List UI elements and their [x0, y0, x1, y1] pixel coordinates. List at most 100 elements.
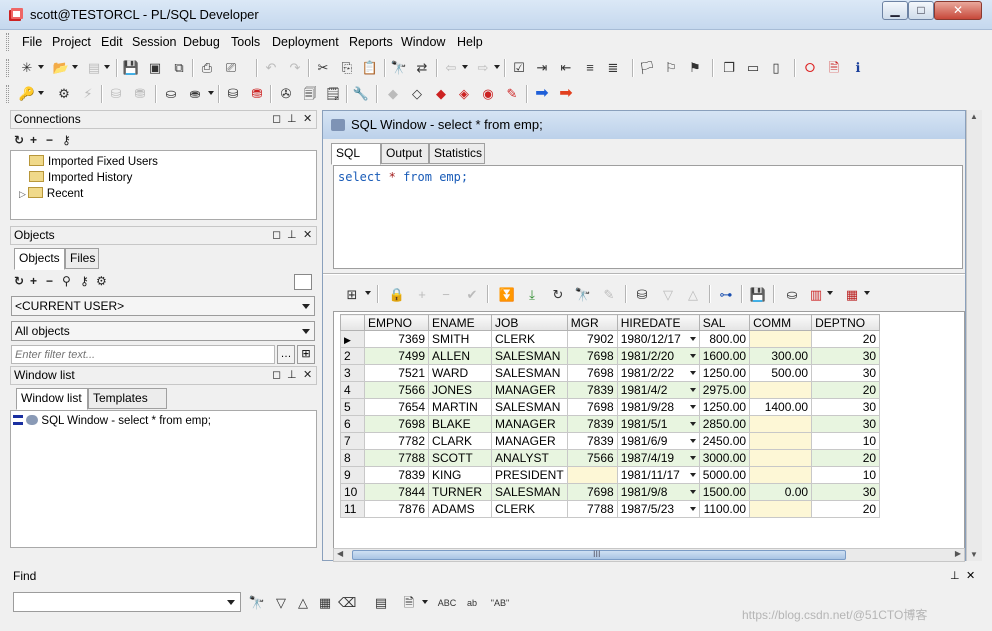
- find-next-icon[interactable]: ▽: [272, 594, 290, 612]
- tree-item-imported-history[interactable]: Imported History: [29, 171, 132, 184]
- unindent-icon[interactable]: ⇤: [557, 59, 575, 77]
- date-dropdown-icon[interactable]: [689, 490, 696, 494]
- cell-job[interactable]: CLERK: [491, 500, 568, 518]
- cell-hiredate[interactable]: 1981/2/22: [616, 364, 700, 382]
- forward-dropdown-icon[interactable]: [494, 65, 500, 69]
- cell-empno[interactable]: 7499: [364, 347, 429, 365]
- col-header-hiredate[interactable]: HIREDATE: [616, 314, 700, 331]
- table-row[interactable]: 9 7839 KING PRESIDENT 1981/11/17 5000.00 10: [340, 466, 881, 484]
- cell-ename[interactable]: SCOTT: [428, 449, 492, 467]
- cell-comm[interactable]: [749, 500, 813, 518]
- panel-close-icon[interactable]: ✕: [303, 367, 312, 384]
- cell-deptno[interactable]: 30: [811, 398, 881, 416]
- maximize-button[interactable]: □: [908, 1, 934, 20]
- cell-empno[interactable]: 7788: [364, 449, 429, 467]
- undo-icon[interactable]: ↶: [262, 59, 280, 77]
- cell-mgr[interactable]: 7788: [566, 500, 618, 518]
- cell-job[interactable]: SALESMAN: [491, 398, 568, 416]
- table-row[interactable]: 11 7876 ADAMS CLERK 7788 1987/5/23 1100.00 20: [340, 500, 881, 518]
- scroll-up-icon[interactable]: ▲: [970, 112, 978, 121]
- col-header-mgr[interactable]: MGR: [566, 314, 618, 331]
- clear-icon[interactable]: ✎: [600, 286, 618, 304]
- cell-ename[interactable]: ADAMS: [428, 500, 492, 518]
- selection-only-icon[interactable]: ▤: [372, 594, 390, 612]
- cell-hiredate[interactable]: 1987/4/19: [616, 449, 700, 467]
- cell-sal[interactable]: 3000.00: [698, 449, 751, 467]
- panel-pin-icon[interactable]: ⊥: [287, 111, 297, 128]
- panel-pin-icon[interactable]: ⊥: [950, 569, 960, 582]
- scroll-down-icon[interactable]: ▼: [970, 550, 978, 559]
- cell-comm[interactable]: 300.00: [749, 347, 813, 365]
- filter-options-button[interactable]: …: [277, 345, 295, 364]
- date-dropdown-icon[interactable]: [689, 456, 696, 460]
- bookmark-next-icon[interactable]: ⚐: [662, 59, 680, 77]
- tree-item-recent[interactable]: ▷ Recent: [19, 187, 83, 200]
- cell-sal[interactable]: 2850.00: [698, 415, 751, 433]
- table-row[interactable]: 6 7698 BLAKE MANAGER 7839 1981/5/1 2850.00 30: [340, 415, 881, 433]
- cell-job[interactable]: PRESIDENT: [491, 466, 568, 484]
- cell-deptno[interactable]: 30: [811, 364, 881, 382]
- filter-icon[interactable]: ⚷: [80, 274, 89, 288]
- chart-icon[interactable]: ▥: [807, 286, 825, 304]
- cell-job[interactable]: SALESMAN: [491, 364, 568, 382]
- toolbar-grip[interactable]: [6, 59, 9, 77]
- cell-job[interactable]: MANAGER: [491, 415, 568, 433]
- add-icon[interactable]: +: [30, 133, 37, 147]
- row-number[interactable]: 7: [340, 432, 365, 450]
- cell-ename[interactable]: BLAKE: [428, 415, 492, 433]
- sql-window-icon[interactable]: ⛀: [162, 85, 180, 103]
- refresh-icon[interactable]: ↻: [14, 274, 24, 288]
- delete-record-icon[interactable]: −: [437, 286, 455, 304]
- tree-item-imported-fixed-users[interactable]: Imported Fixed Users: [29, 155, 158, 168]
- cell-hiredate[interactable]: 1981/6/9: [616, 432, 700, 450]
- document-options-icon[interactable]: 🗎: [400, 594, 418, 612]
- plugin5-icon[interactable]: ✎: [503, 85, 521, 103]
- cell-deptno[interactable]: 20: [811, 381, 881, 399]
- print-setup-dropdown-icon[interactable]: [104, 65, 110, 69]
- uncomment-icon[interactable]: ≣: [604, 59, 622, 77]
- cell-deptno[interactable]: 20: [811, 330, 881, 348]
- prev-page-icon[interactable]: △: [684, 286, 702, 304]
- col-header-empno[interactable]: EMPNO: [364, 314, 429, 331]
- plugin1-icon[interactable]: ◆: [384, 85, 402, 103]
- date-dropdown-icon[interactable]: [689, 371, 696, 375]
- cell-hiredate[interactable]: 1981/5/1: [616, 415, 700, 433]
- window-list-item[interactable]: SQL Window - select * from emp;: [13, 415, 211, 427]
- horizontal-scrollbar[interactable]: ◀ III ▶: [333, 548, 965, 562]
- expand-icon[interactable]: ▷: [19, 189, 26, 199]
- tab-output[interactable]: Output: [381, 143, 429, 164]
- cell-empno[interactable]: 7876: [364, 500, 429, 518]
- tab-window-list[interactable]: Window list: [16, 388, 88, 410]
- tools-icon[interactable]: ✇: [277, 85, 295, 103]
- cell-mgr[interactable]: 7698: [566, 483, 618, 501]
- menu-tools[interactable]: Tools: [231, 35, 260, 49]
- clear-highlight-icon[interactable]: ⌫: [338, 594, 356, 612]
- cell-hiredate[interactable]: 1987/5/23: [616, 500, 700, 518]
- panel-float-icon[interactable]: ◻: [272, 111, 281, 128]
- menu-help[interactable]: Help: [457, 35, 483, 49]
- row-number[interactable]: 3: [340, 364, 365, 382]
- col-header-deptno[interactable]: DEPTNO: [811, 314, 881, 331]
- report-icon[interactable]: 🗐: [301, 85, 319, 103]
- cell-ename[interactable]: CLARK: [428, 432, 492, 450]
- scroll-left-icon[interactable]: ◀: [337, 549, 343, 558]
- export-results-dropdown-icon[interactable]: [864, 291, 870, 295]
- cell-sal[interactable]: 1500.00: [698, 483, 751, 501]
- new-sql-dropdown-icon[interactable]: [208, 91, 214, 95]
- rollback-icon[interactable]: ⛃: [131, 85, 149, 103]
- close-button[interactable]: ✕: [934, 1, 982, 20]
- explain-plan-icon[interactable]: ⛃: [248, 85, 266, 103]
- cascade-windows-icon[interactable]: ❐: [720, 59, 738, 77]
- cell-empno[interactable]: 7839: [364, 466, 429, 484]
- find-icon[interactable]: 🔭: [390, 59, 408, 77]
- cell-comm[interactable]: [749, 381, 813, 399]
- cell-mgr[interactable]: 7839: [566, 432, 618, 450]
- cell-hiredate[interactable]: 1981/11/17: [616, 466, 700, 484]
- pdf-manual-icon[interactable]: 🗎: [825, 59, 843, 77]
- cell-sal[interactable]: 2450.00: [698, 432, 751, 450]
- cell-ename[interactable]: KING: [428, 466, 492, 484]
- cell-deptno[interactable]: 20: [811, 449, 881, 467]
- preferences-wrench-icon[interactable]: 🔧: [352, 85, 370, 103]
- single-record-view-icon[interactable]: ⊶: [717, 286, 735, 304]
- cell-comm[interactable]: 1400.00: [749, 398, 813, 416]
